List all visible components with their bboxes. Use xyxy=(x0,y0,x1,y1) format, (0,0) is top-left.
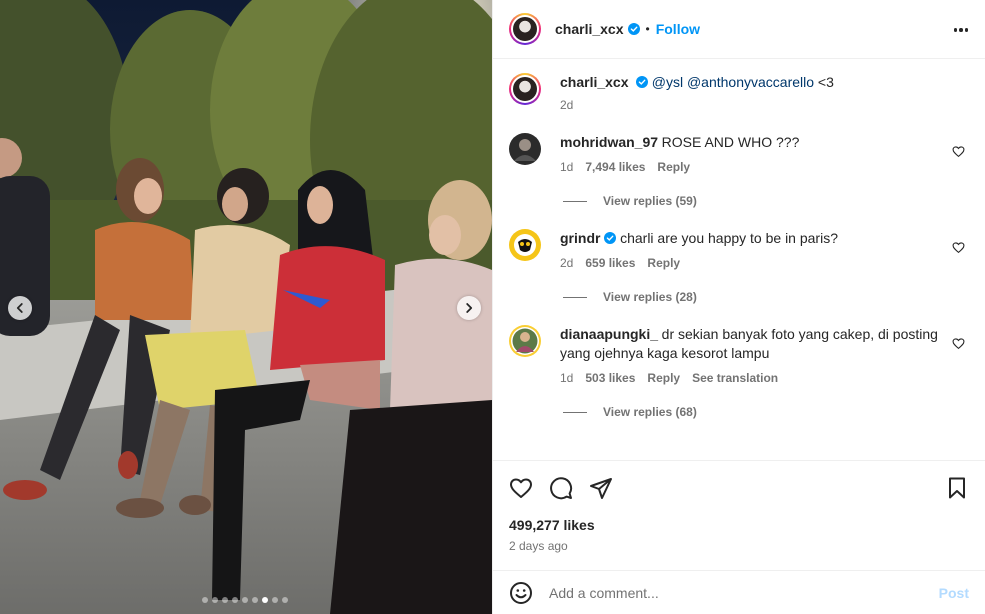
comment-text: ROSE AND WHO ??? xyxy=(661,134,800,150)
caption-username[interactable]: charli_xcx xyxy=(560,74,629,90)
next-slide-button[interactable] xyxy=(457,296,481,320)
view-replies-button[interactable]: View replies (68) xyxy=(563,405,969,419)
comment-icon[interactable] xyxy=(549,476,573,500)
reply-button[interactable]: Reply xyxy=(647,254,680,272)
verified-icon xyxy=(604,232,617,244)
commenter-username[interactable]: dianaapungki_ xyxy=(560,326,658,342)
post-media[interactable] xyxy=(0,0,492,614)
comment-item: mohridwan_97 ROSE AND WHO ??? 1d 7,494 l… xyxy=(509,133,969,176)
heart-icon[interactable] xyxy=(952,145,965,158)
carousel-dot xyxy=(222,597,228,603)
caption-mentions[interactable]: @ysl @anthonyvaccarello xyxy=(652,74,814,90)
reply-button[interactable]: Reply xyxy=(657,158,690,176)
carousel-dot xyxy=(232,597,238,603)
view-replies-button[interactable]: View replies (28) xyxy=(563,290,969,304)
carousel-dot xyxy=(202,597,208,603)
carousel-indicator xyxy=(202,597,288,603)
heart-icon[interactable] xyxy=(952,337,965,350)
carousel-dot xyxy=(282,597,288,603)
follow-button[interactable]: Follow xyxy=(656,21,700,37)
comment-composer: Post xyxy=(493,570,985,614)
post-timestamp: 2 days ago xyxy=(509,539,568,553)
share-icon[interactable] xyxy=(589,476,613,500)
see-translation-button[interactable]: See translation xyxy=(692,369,778,387)
comment-time: 2d xyxy=(560,256,574,270)
carousel-dot xyxy=(252,597,258,603)
carousel-dot xyxy=(272,597,278,603)
heart-icon[interactable] xyxy=(952,241,965,254)
likes-count[interactable]: 499,277 likes xyxy=(509,517,969,533)
comment-likes[interactable]: 7,494 likes xyxy=(585,158,645,176)
commenter-username[interactable]: grindr xyxy=(560,230,600,246)
more-options-button[interactable] xyxy=(951,20,971,40)
caption-avatar[interactable] xyxy=(509,73,541,105)
comment-item: grindr charli are you happy to be in par… xyxy=(509,229,969,272)
carousel-dot xyxy=(212,597,218,603)
comment-time: 1d xyxy=(560,371,574,385)
post-comment-button[interactable]: Post xyxy=(939,585,969,601)
comment-item: dianaapungki_ dr sekian banyak foto yang… xyxy=(509,325,969,387)
carousel-dot xyxy=(242,597,248,603)
chevron-left-icon xyxy=(16,303,23,313)
view-replies-button[interactable]: View replies (59) xyxy=(563,194,969,208)
author-username[interactable]: charli_xcx xyxy=(555,21,624,37)
author-avatar[interactable] xyxy=(509,13,541,45)
post-panel: charli_xcx • Follow charli_xcx @ysl @ant… xyxy=(492,0,985,614)
verified-icon xyxy=(627,23,640,35)
separator-dot: • xyxy=(645,22,650,36)
commenter-avatar[interactable] xyxy=(509,229,541,261)
heart-icon[interactable] xyxy=(509,476,533,500)
comment-likes[interactable]: 659 likes xyxy=(585,254,635,272)
commenter-username[interactable]: mohridwan_97 xyxy=(560,134,658,150)
caption-text: <3 xyxy=(814,74,834,90)
previous-slide-button[interactable] xyxy=(8,296,32,320)
comment-text: charli are you happy to be in paris? xyxy=(620,230,838,246)
carousel-dot xyxy=(262,597,268,603)
chevron-right-icon xyxy=(466,303,473,313)
comment-input[interactable] xyxy=(549,584,939,601)
commenter-avatar[interactable] xyxy=(509,325,541,357)
reply-button[interactable]: Reply xyxy=(647,369,680,387)
bookmark-icon[interactable] xyxy=(945,476,969,500)
comment-time: 1d xyxy=(560,160,574,174)
post-modal: charli_xcx • Follow charli_xcx @ysl @ant… xyxy=(0,0,985,614)
commenter-avatar[interactable] xyxy=(509,133,541,165)
emoji-icon[interactable] xyxy=(509,581,533,605)
post-photo xyxy=(0,0,492,614)
post-caption: charli_xcx @ysl @anthonyvaccarello <3 2d xyxy=(509,60,969,114)
post-actions: 499,277 likes 2 days ago xyxy=(493,460,985,570)
comment-likes[interactable]: 503 likes xyxy=(585,369,635,387)
post-header: charli_xcx • Follow xyxy=(493,0,985,59)
caption-time: 2d xyxy=(560,98,574,112)
comments-list[interactable]: charli_xcx @ysl @anthonyvaccarello <3 2d… xyxy=(493,60,985,460)
verified-icon xyxy=(636,76,649,88)
more-icon xyxy=(953,28,958,32)
